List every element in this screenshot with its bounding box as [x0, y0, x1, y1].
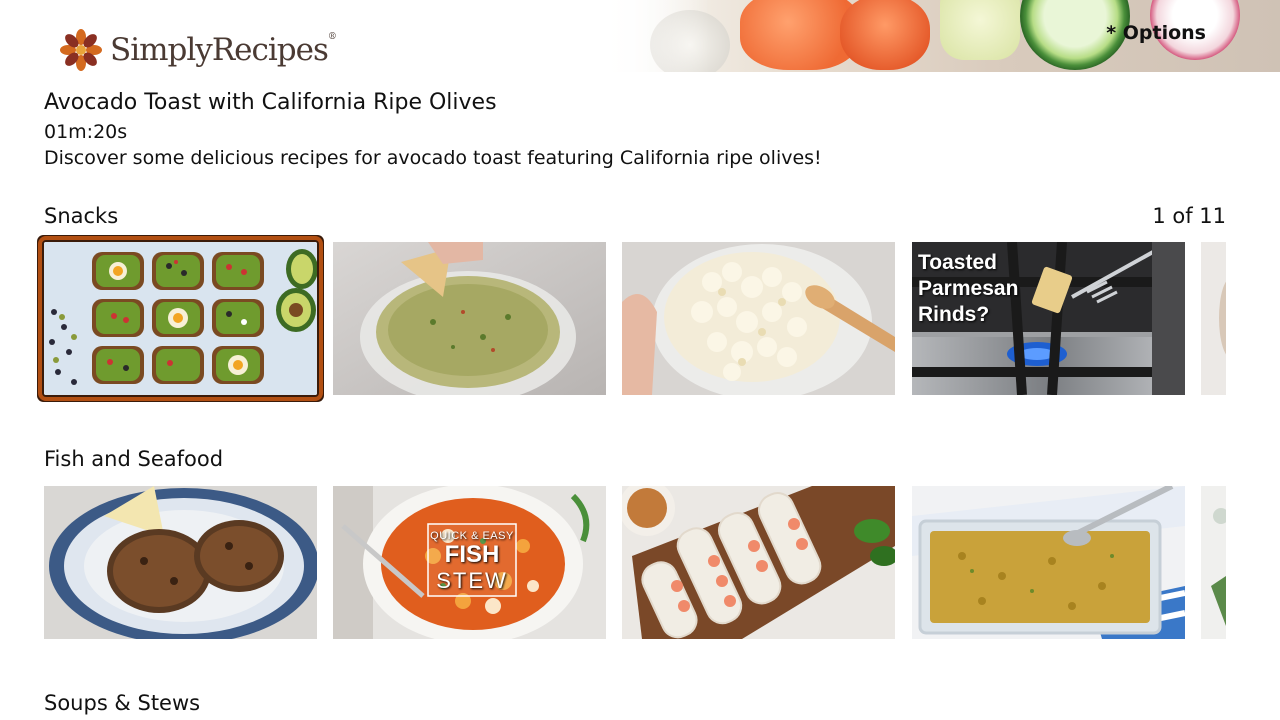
tile-overlay-text: Toasted Parmesan Rinds? — [918, 251, 1019, 326]
row-title-fish-and-seafood: Fish and Seafood — [44, 447, 224, 471]
featured-description: Discover some delicious recipes for avoc… — [44, 147, 822, 169]
row-position-counter: 1 of 11 — [1152, 204, 1226, 228]
video-tile-shrimp-spring-rolls[interactable] — [622, 486, 895, 639]
video-tile-avocado-toast[interactable] — [38, 236, 323, 401]
video-tile-fish-stew[interactable]: QUICK & EASY FISH STEW — [333, 486, 606, 639]
video-tile-popcorn[interactable] — [622, 242, 895, 395]
row-title-snacks: Snacks — [44, 204, 119, 228]
logo-text: SimplyRecipes® — [110, 32, 337, 68]
featured-duration: 01m:20s — [44, 121, 128, 143]
video-tile-partial[interactable] — [1201, 242, 1226, 395]
video-tile-baked-fish-casserole[interactable] — [912, 486, 1185, 639]
flower-logo-icon — [60, 29, 102, 71]
tile-overlay-text: QUICK & EASY FISH STEW — [430, 530, 514, 593]
row-title-soups-and-stews: Soups & Stews — [44, 691, 201, 715]
featured-title: Avocado Toast with California Ripe Olive… — [44, 90, 497, 115]
video-tile-guacamole[interactable] — [333, 242, 606, 395]
options-button[interactable]: * Options — [1106, 22, 1206, 44]
simplyrecipes-logo: SimplyRecipes® — [58, 26, 337, 74]
video-tile-toasted-parmesan-rinds[interactable]: Toasted Parmesan Rinds? — [912, 242, 1185, 395]
video-tile-salmon-patties[interactable] — [44, 486, 317, 639]
video-tile-partial[interactable] — [1201, 486, 1226, 639]
